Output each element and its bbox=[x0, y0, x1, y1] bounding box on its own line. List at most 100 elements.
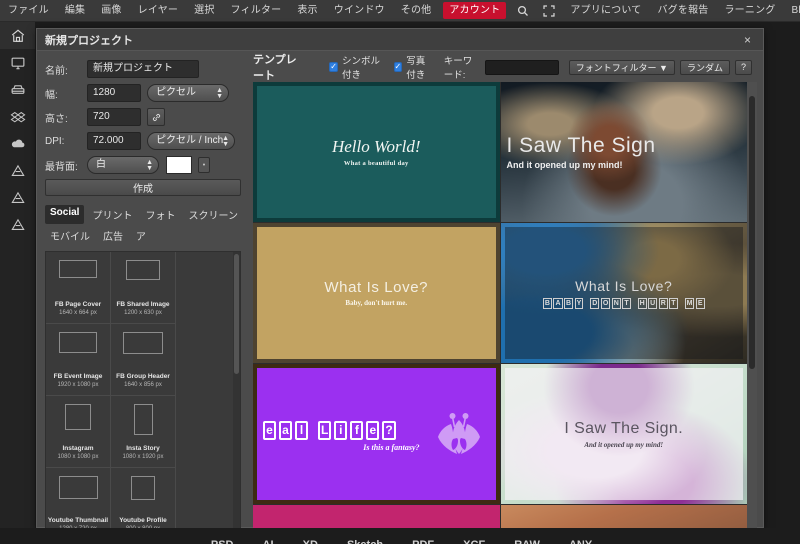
menu-item-file[interactable]: ファイル bbox=[0, 0, 57, 22]
preset-thumbnail bbox=[59, 332, 97, 353]
template-card-hello-world-teal[interactable]: Hello World! What a beautiful day bbox=[253, 82, 500, 222]
menu-item-learning[interactable]: ラーニング bbox=[716, 0, 783, 22]
preset-tab-print[interactable]: プリント bbox=[87, 205, 137, 224]
menu-item-image[interactable]: 画像 bbox=[93, 0, 129, 22]
link-icon[interactable] bbox=[147, 108, 165, 126]
preset-item[interactable]: Insta Story 1080 x 1920 px bbox=[111, 396, 176, 468]
menu-item-select[interactable]: 選択 bbox=[186, 0, 222, 22]
template-grid-scrollbar[interactable] bbox=[747, 82, 757, 529]
width-input[interactable]: 1280 bbox=[87, 84, 141, 102]
template-title: Hello World! bbox=[331, 137, 421, 156]
format-label: .XCF bbox=[460, 539, 485, 544]
dialog-body: 名前: 新規プロジェクト 幅: 1280 ピクセル ▲ ▼ 高さ: 720 DP… bbox=[37, 51, 763, 544]
preset-thumbnail bbox=[131, 476, 155, 500]
template-grid: Hello World! What a beautiful day I Saw … bbox=[253, 82, 747, 529]
fullscreen-icon[interactable] bbox=[536, 4, 562, 17]
background-options-button[interactable]: • bbox=[198, 157, 210, 173]
menu-item-about-app[interactable]: アプリについて bbox=[562, 0, 649, 22]
menu-item-edit[interactable]: 編集 bbox=[57, 0, 93, 22]
preset-tab-screen[interactable]: スクリーン bbox=[183, 205, 243, 224]
background-color-swatch[interactable] bbox=[166, 156, 192, 174]
font-filter-button[interactable]: フォントフィルター ▼ bbox=[568, 59, 675, 75]
menu-item-other[interactable]: その他 bbox=[393, 0, 440, 22]
dialog-title: 新規プロジェクト bbox=[45, 34, 133, 47]
width-unit-select[interactable]: ピクセル ▲ ▼ bbox=[147, 84, 229, 102]
home-icon bbox=[10, 28, 26, 44]
symbol-filter-label: シンボル付き bbox=[342, 56, 381, 81]
format-label: .AI bbox=[260, 539, 274, 544]
preset-dimensions: 1640 x 856 px bbox=[124, 382, 162, 388]
random-button[interactable]: ランダム bbox=[679, 59, 730, 75]
template-text-block: e a l Li f e? Is this a fantasy? bbox=[263, 368, 428, 500]
template-card-real-life-purple[interactable]: e a l Li f e? Is this a fantasy? bbox=[253, 364, 500, 504]
template-card-what-is-love-ornate[interactable]: What Is Love? BABYDONTHURTME bbox=[500, 223, 747, 363]
template-grid-wrapper: Hello World! What a beautiful day I Saw … bbox=[253, 82, 757, 529]
rail-item-home[interactable] bbox=[0, 22, 35, 49]
keyword-input[interactable] bbox=[484, 59, 559, 75]
background-label: 最背面: bbox=[45, 161, 78, 173]
preset-thumbnail bbox=[59, 260, 97, 278]
create-button[interactable]: 作成 bbox=[45, 179, 241, 196]
preset-item[interactable]: FB Group Header 1640 x 856 px bbox=[111, 324, 176, 396]
preset-tab-extra[interactable]: ア bbox=[131, 226, 145, 245]
dpi-unit-value: ピクセル / Inch bbox=[156, 135, 224, 146]
menu-item-blog[interactable]: Blog bbox=[783, 0, 800, 22]
menu-item-layer[interactable]: レイヤー bbox=[130, 0, 187, 22]
background-select[interactable]: 白 ▲ ▼ bbox=[87, 156, 159, 174]
dialog-title-bar: 新規プロジェクト × bbox=[37, 29, 763, 51]
preset-list[interactable]: FB Page Cover 1640 x 664 px FB Shared Imag… bbox=[45, 251, 241, 544]
photo-filter-checkbox[interactable]: ✓ 写真付き bbox=[393, 53, 432, 81]
preset-item[interactable]: FB Event Image 1920 x 1080 px bbox=[46, 324, 111, 396]
rail-item-desktop[interactable] bbox=[0, 49, 35, 76]
preset-tab-social[interactable]: Social bbox=[45, 205, 85, 224]
preset-item[interactable]: FB Shared Image 1200 x 630 px bbox=[111, 252, 176, 324]
menu-item-filter[interactable]: フィルター bbox=[223, 0, 290, 22]
menu-item-view[interactable]: 表示 bbox=[289, 0, 325, 22]
dpi-unit-select[interactable]: ピクセル / Inch ▲ ▼ bbox=[147, 132, 235, 150]
template-title-boxed: e a l Li f e? bbox=[263, 420, 428, 440]
preset-name: Youtube Profile bbox=[119, 517, 167, 524]
preset-thumbnail bbox=[126, 260, 160, 280]
preset-tab-ads[interactable]: 広告 bbox=[98, 226, 128, 245]
template-card-i-saw-the-sign-tulip[interactable]: I Saw The Sign. And it opened up my mind… bbox=[500, 364, 747, 504]
height-label: 高さ: bbox=[45, 113, 68, 125]
template-card-what-is-love-tan[interactable]: What Is Love? Baby, don't hurt me. bbox=[253, 223, 500, 363]
template-subtitle: And it opened up my mind! bbox=[506, 160, 623, 170]
search-icon[interactable] bbox=[510, 5, 536, 17]
templates-panel: テンプレート ✓ シンボル付き ✓ 写真付き キーワード: フォントフィルター … bbox=[249, 51, 763, 529]
project-name-input[interactable]: 新規プロジェクト bbox=[87, 60, 199, 78]
preset-list-scrollbar[interactable] bbox=[233, 252, 240, 544]
preset-thumbnail bbox=[58, 476, 98, 499]
rail-item-dropbox[interactable] bbox=[0, 103, 35, 130]
template-card-next-row-left[interactable] bbox=[253, 505, 500, 529]
height-input[interactable]: 720 bbox=[87, 108, 141, 126]
preset-thumbnail bbox=[133, 404, 153, 435]
menu-bar: ファイル 編集 画像 レイヤー 選択 フィルター 表示 ウインドウ その他 アカ… bbox=[0, 0, 800, 22]
rail-item-scanner[interactable] bbox=[0, 76, 35, 103]
help-button[interactable]: ? bbox=[734, 59, 752, 75]
menu-item-window[interactable]: ウインドウ bbox=[326, 0, 393, 22]
preset-item[interactable]: FB Page Cover 1640 x 664 px bbox=[46, 252, 111, 324]
project-settings-panel: 名前: 新規プロジェクト 幅: 1280 ピクセル ▲ ▼ 高さ: 720 DP… bbox=[37, 51, 249, 544]
template-card-content: I Saw The Sign And it opened up my mind! bbox=[505, 86, 744, 218]
dpi-input[interactable]: 72.000 bbox=[87, 132, 141, 150]
template-card-i-saw-the-sign-duck[interactable]: I Saw The Sign And it opened up my mind! bbox=[500, 82, 747, 222]
template-card-next-row-right[interactable] bbox=[500, 505, 747, 529]
dpi-row: DPI: 72.000 ピクセル / Inch ▲ ▼ bbox=[45, 131, 241, 151]
preset-tab-mobile[interactable]: モバイル bbox=[45, 226, 95, 245]
close-icon[interactable]: × bbox=[740, 32, 755, 48]
keyword-label: キーワード: bbox=[443, 56, 473, 81]
desktop-icon bbox=[10, 55, 26, 71]
checkmark-icon-photo: ✓ bbox=[393, 62, 403, 72]
rail-item-google-drive-3[interactable] bbox=[0, 211, 35, 238]
menu-item-account[interactable]: アカウント bbox=[443, 2, 507, 19]
rail-item-cloud[interactable] bbox=[0, 130, 35, 157]
preset-item[interactable]: Instagram 1080 x 1080 px bbox=[46, 396, 111, 468]
template-subtitle: And it opened up my mind! bbox=[584, 440, 664, 449]
rail-item-google-drive-1[interactable] bbox=[0, 157, 35, 184]
rail-item-google-drive-2[interactable] bbox=[0, 184, 35, 211]
checkmark-icon-symbol: ✓ bbox=[329, 62, 338, 72]
preset-tab-photo[interactable]: フォト bbox=[140, 205, 180, 224]
symbol-filter-checkbox[interactable]: ✓ シンボル付き bbox=[329, 53, 381, 81]
menu-item-report-bug[interactable]: バグを報告 bbox=[649, 0, 716, 22]
